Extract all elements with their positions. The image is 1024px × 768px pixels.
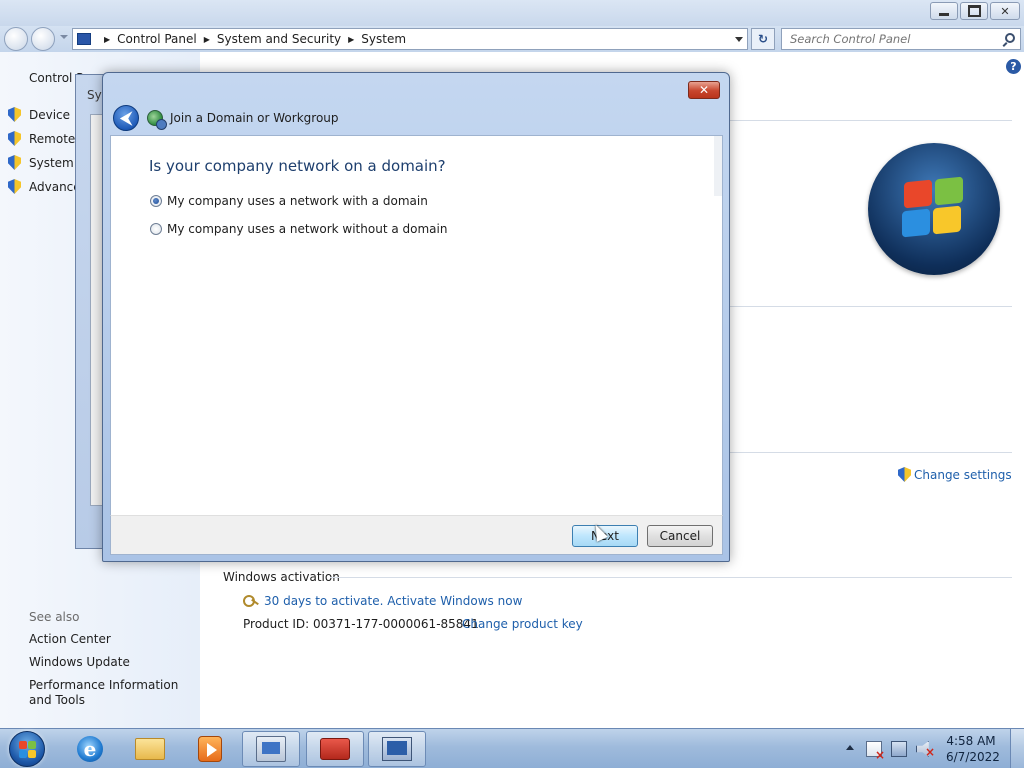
- media-player-icon: [198, 736, 222, 762]
- address-bar[interactable]: ▶ Control Panel ▶ System and Security ▶ …: [72, 28, 748, 50]
- radio-with-domain[interactable]: [150, 195, 162, 207]
- back-button[interactable]: [4, 27, 28, 51]
- control-panel-icon: [77, 33, 91, 45]
- wizard-footer: Next Cancel: [110, 515, 723, 555]
- system-protection-link[interactable]: System p: [8, 155, 85, 170]
- start-button[interactable]: [9, 731, 45, 767]
- section-divider: [730, 306, 1012, 307]
- activate-windows-link[interactable]: 30 days to activate. Activate Windows no…: [243, 594, 522, 608]
- section-divider: [730, 120, 1012, 121]
- performance-information-link[interactable]: Performance Information and Tools: [29, 678, 194, 708]
- search-input[interactable]: [782, 29, 992, 49]
- mute-x-icon: ×: [925, 745, 936, 759]
- key-icon: [243, 594, 259, 608]
- uac-shield-icon: [8, 179, 21, 194]
- option-without-domain[interactable]: My company uses a network without a doma…: [150, 222, 447, 236]
- uac-shield-icon: [898, 467, 911, 482]
- taskbar-control-panel[interactable]: [242, 731, 300, 767]
- minimize-button[interactable]: [930, 2, 958, 20]
- action-center-flag-icon[interactable]: [866, 741, 885, 762]
- change-product-key-link[interactable]: Change product key: [462, 617, 583, 631]
- taskbar-system-properties[interactable]: [368, 731, 426, 767]
- chevron-right-icon[interactable]: ▶: [204, 35, 210, 44]
- device-manager-link[interactable]: Device M: [8, 107, 84, 122]
- system-clock[interactable]: 4:58 AM 6/7/2022: [946, 733, 1000, 765]
- action-center-link[interactable]: Action Center: [29, 632, 194, 647]
- wizard-content: Is your company network on a domain? My …: [110, 135, 723, 515]
- search-icon[interactable]: [1005, 33, 1015, 43]
- breadcrumb-control-panel[interactable]: Control Panel: [117, 32, 197, 46]
- internet-explorer-icon: e: [77, 736, 103, 762]
- option-with-domain[interactable]: My company uses a network with a domain: [150, 194, 428, 208]
- taskbar: e × 4:58 AM 6/7/2022: [0, 728, 1024, 768]
- computer-monitor-icon: [382, 737, 412, 761]
- network-globe-icon: [147, 110, 167, 130]
- forward-button[interactable]: [31, 27, 55, 51]
- radio-without-domain[interactable]: [150, 223, 162, 235]
- refresh-button[interactable]: ↻: [751, 28, 775, 50]
- toolbox-icon: [320, 738, 350, 760]
- wizard-title: Join a Domain or Workgroup: [170, 111, 339, 125]
- join-domain-wizard-dialog: ✕ ⮜ Join a Domain or Workgroup Is your c…: [102, 72, 730, 562]
- wizard-back-button[interactable]: ⮜: [113, 105, 139, 131]
- remote-settings-link[interactable]: Remote s: [8, 131, 85, 146]
- breadcrumb-system-and-security[interactable]: System and Security: [217, 32, 341, 46]
- advanced-system-settings-link[interactable]: Advance: [8, 179, 81, 194]
- system-control-panel-icon: [256, 736, 286, 762]
- navigation-bar: ▶ Control Panel ▶ System and Security ▶ …: [0, 26, 1024, 52]
- uac-shield-icon: [8, 155, 21, 170]
- taskbar-internet-explorer[interactable]: e: [61, 731, 119, 767]
- wizard-question: Is your company network on a domain?: [149, 157, 446, 175]
- network-icon[interactable]: [891, 741, 907, 757]
- uac-shield-icon: [8, 107, 21, 122]
- help-icon[interactable]: ?: [1006, 59, 1021, 74]
- recent-pages-dropdown-icon[interactable]: [60, 35, 68, 39]
- taskbar-toolbox-app[interactable]: [306, 731, 364, 767]
- explorer-title-bar: ✕: [0, 0, 1024, 26]
- maximize-button[interactable]: [960, 2, 988, 20]
- windows-activation-heading: Windows activation: [223, 570, 340, 584]
- windows-update-link[interactable]: Windows Update: [29, 655, 194, 670]
- address-history-dropdown-icon[interactable]: [735, 37, 743, 42]
- search-box[interactable]: [781, 28, 1021, 50]
- clock-date: 6/7/2022: [946, 750, 1000, 764]
- chevron-right-icon[interactable]: ▶: [348, 35, 354, 44]
- breadcrumb-system[interactable]: System: [361, 32, 406, 46]
- taskbar-windows-explorer[interactable]: [121, 731, 179, 767]
- section-divider: [330, 577, 1012, 578]
- content-scroll-edge: [714, 136, 722, 196]
- chevron-right-icon[interactable]: ▶: [104, 35, 110, 44]
- uac-shield-icon: [8, 131, 21, 146]
- show-desktop-button[interactable]: [1010, 729, 1024, 768]
- wizard-header: ⮜ Join a Domain or Workgroup: [111, 101, 723, 135]
- cancel-button[interactable]: Cancel: [647, 525, 713, 547]
- show-hidden-icons-icon[interactable]: [846, 745, 854, 750]
- dialog-close-button[interactable]: ✕: [688, 81, 720, 99]
- clock-time: 4:58 AM: [946, 734, 996, 748]
- taskbar-media-player[interactable]: [181, 731, 239, 767]
- window-controls: ✕: [930, 2, 1020, 20]
- change-settings-link[interactable]: Change settings: [898, 467, 1012, 482]
- product-id: Product ID: 00371-177-0000061-85841: [243, 617, 479, 631]
- see-also-heading: See also: [29, 610, 80, 624]
- windows-logo-icon: [868, 143, 1000, 275]
- section-divider: [730, 452, 1012, 453]
- folder-icon: [135, 738, 165, 760]
- close-button[interactable]: ✕: [990, 2, 1020, 20]
